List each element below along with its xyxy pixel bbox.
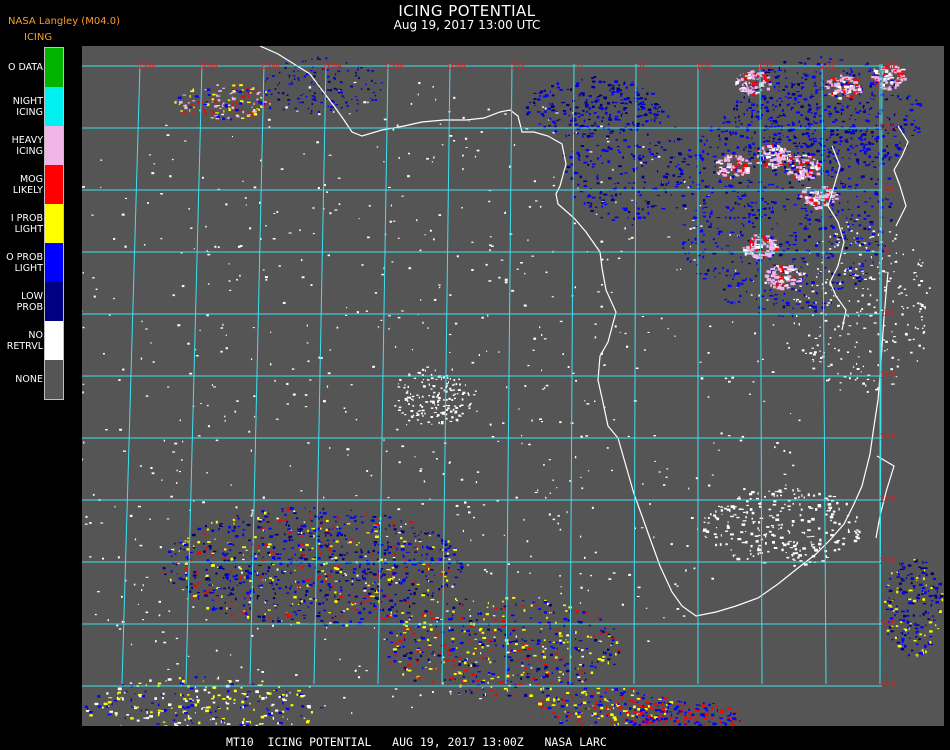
legend-swatch [45, 204, 64, 243]
legend-label: NONE [15, 374, 43, 385]
latitude-label: 30S [879, 619, 896, 629]
longitude-label: 15W [384, 62, 404, 72]
longitude-label: 30W [198, 62, 218, 72]
legend-label: MOG LIKELY [12, 173, 43, 196]
latitude-label: 10N [879, 123, 897, 133]
legend-swatch [45, 126, 64, 165]
longitude-label: 20W [322, 62, 342, 72]
coastline-lake [893, 125, 909, 227]
legend-swatch [45, 243, 64, 282]
meridian-line [185, 63, 203, 685]
longitude-label: 20E [819, 62, 836, 72]
latitude-label: 35S [879, 681, 896, 691]
latitude-label: 15S [879, 433, 896, 443]
legend-item-none: NONE [0, 360, 66, 399]
meridian-line [249, 63, 265, 685]
map-canvas: 35W 30W 25W 20W 15W 10W 5W 0 5E 10E 15E 20E 25E 10N 5… [82, 46, 944, 726]
legend-label: NO RETRVL [6, 329, 43, 352]
meridian-line [821, 63, 827, 685]
legend-label: LOW PROB [16, 290, 43, 313]
longitude-label: 10E [695, 62, 712, 72]
legend-swatch [45, 282, 64, 321]
meridian-line [505, 63, 513, 685]
latitude-label: 10S [879, 371, 896, 381]
latitude-label: 0 [885, 247, 891, 257]
meridian-line [121, 63, 141, 685]
longitude-label: 25E [881, 62, 898, 72]
longitude-label: 5E [636, 62, 648, 72]
meridian-line [441, 63, 451, 685]
legend-item-lo-prob-light: O PROB LIGHT [0, 243, 66, 282]
latitude-label: 20S [879, 495, 896, 505]
legend-label: O DATA [8, 62, 43, 73]
legend-item-night-icing: NIGHT ICING [0, 87, 66, 126]
legend-item-low-prob: LOW PROB [0, 282, 66, 321]
product-label: ICING [24, 32, 53, 43]
longitude-label: 25W [260, 62, 280, 72]
icing-potential-viewer: NASA Langley (M04.0) ICING ICING POTENTI… [0, 0, 950, 750]
legend-label: NIGHT ICING [12, 95, 43, 118]
legend-label: HEAVY ICING [11, 134, 43, 157]
longitude-label: 10W [446, 62, 466, 72]
icing-map[interactable]: 35W 30W 25W 20W 15W 10W 5W 0 5E 10E 15E 20E 25E 10N 5… [82, 46, 944, 726]
latitude-label: 5S [882, 309, 894, 319]
legend-item-heavy-icing: HEAVY ICING [0, 126, 66, 165]
latitude-label: 25S [879, 557, 896, 567]
valid-time-label: Aug 19, 2017 13:00 UTC [393, 18, 541, 32]
footer-caption: MT10 ICING POTENTIAL AUG 19, 2017 13:00Z… [226, 735, 607, 749]
legend-item-no-retrieval: NO RETRVL [0, 321, 66, 360]
meridian-line [377, 63, 389, 685]
longitude-label: 15E [757, 62, 774, 72]
legend-item-mog-likely: MOG LIKELY [0, 165, 66, 204]
legend-item-hi-prob-light: I PROB LIGHT [0, 204, 66, 243]
legend-swatch [45, 87, 64, 126]
legend-label: O PROB LIGHT [6, 251, 43, 274]
longitude-label: 35W [136, 62, 156, 72]
longitude-label: 5W [511, 62, 526, 72]
legend-swatch [45, 321, 64, 360]
longitude-label: 0 [577, 62, 583, 72]
icing-field-layer [82, 56, 944, 726]
legend-swatch [45, 48, 64, 87]
legend-swatch [45, 360, 64, 399]
latitude-label: 5N [882, 185, 894, 195]
legend-item-no-data: O DATA [0, 48, 66, 87]
legend-label: I PROB LIGHT [10, 212, 43, 235]
legend-swatch [45, 165, 64, 204]
